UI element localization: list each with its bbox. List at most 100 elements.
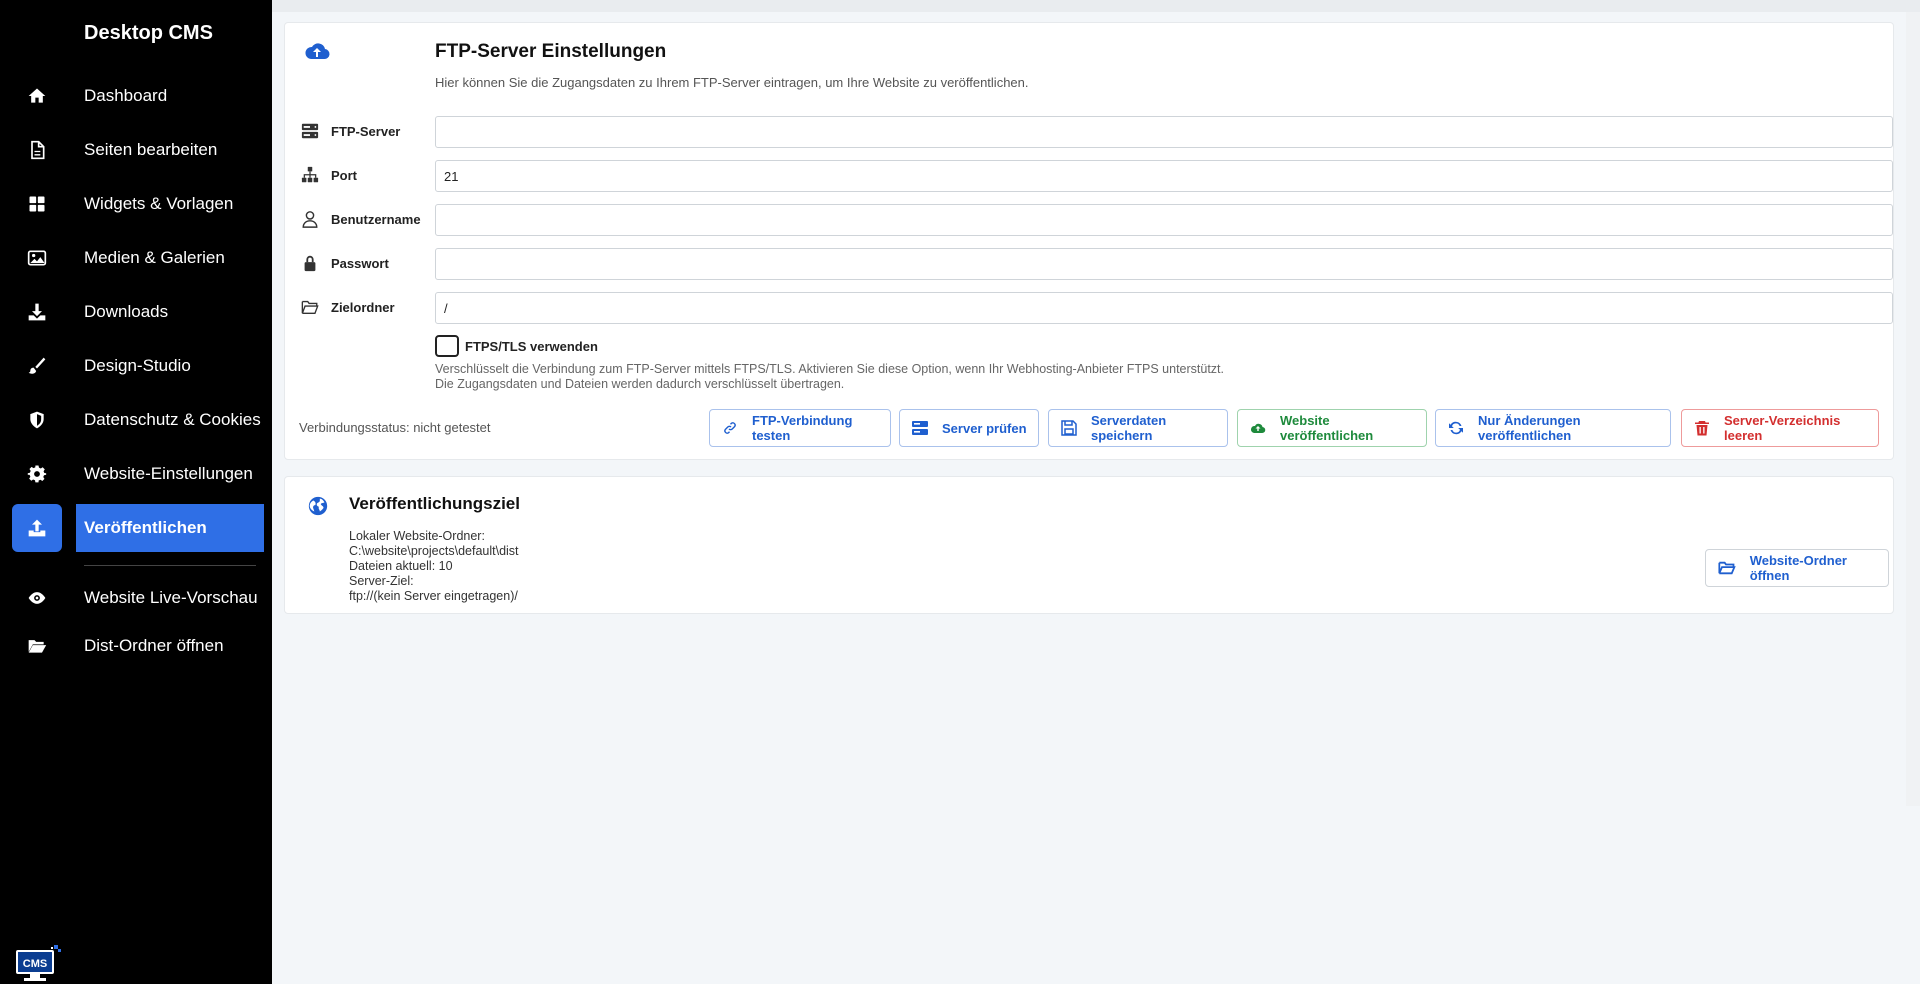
image-icon — [24, 245, 50, 271]
globe-icon — [307, 495, 329, 522]
folder-open-icon — [24, 633, 50, 659]
sidebar-item-datenschutz[interactable]: Datenschutz & Cookies — [0, 396, 272, 444]
test-connection-label: FTP-Verbindung testen — [752, 413, 853, 443]
check-server-label: Server prüfen — [942, 420, 1027, 436]
server-icon — [301, 122, 321, 142]
main-content: FTP-Server Einstellungen Hier können Sie… — [272, 0, 1920, 984]
ftp-server-label: FTP-Server — [331, 124, 401, 139]
sidebar-item-label: Seiten bearbeiten — [84, 140, 218, 159]
save-server-button[interactable]: Serverdaten speichern — [1048, 409, 1228, 447]
ftp-settings-card: FTP-Server Einstellungen Hier können Sie… — [284, 22, 1894, 460]
local-folder-path: C:\website\projects\default\dist — [349, 544, 519, 558]
sidebar-item-einstellungen[interactable]: Website-Einstellungen — [0, 450, 272, 498]
scroll-area-strip — [1906, 12, 1920, 806]
sidebar-item-seiten[interactable]: Seiten bearbeiten — [0, 126, 272, 174]
eye-icon — [24, 585, 50, 611]
trash-icon — [1695, 421, 1709, 436]
user-icon — [301, 210, 321, 230]
sidebar-item-label: Veröffentlichen — [84, 518, 207, 537]
cms-logo: CMS — [14, 944, 62, 984]
password-input[interactable] — [435, 248, 1893, 280]
sidebar-item-label: Dist-Ordner öffnen — [84, 636, 224, 655]
sidebar-item-label: Design-Studio — [84, 356, 191, 375]
field-passwort: Passwort — [285, 248, 1895, 280]
field-zielordner: Zielordner — [285, 292, 1895, 324]
grid-icon — [24, 191, 50, 217]
publish-changes-label: Nur Änderungen veröffentlichen — [1478, 413, 1581, 443]
local-folder-label: Lokaler Website-Ordner: — [349, 529, 485, 543]
sync-icon — [1449, 421, 1463, 435]
ftps-tls-help-line: Verschlüsselt die Verbindung zum FTP-Ser… — [435, 362, 1225, 376]
download-icon — [24, 299, 50, 325]
cloud-upload-icon — [303, 37, 331, 70]
server-target-label: Server-Ziel: — [349, 574, 414, 588]
brush-icon — [24, 353, 50, 379]
open-website-folder-button[interactable]: Website-Ordner öffnen — [1705, 549, 1889, 587]
page-title: FTP-Server Einstellungen — [435, 41, 667, 62]
floppy-disk-icon — [1061, 420, 1077, 436]
sidebar-item-downloads[interactable]: Downloads — [0, 288, 272, 336]
target-folder-label: Zielordner — [331, 300, 395, 315]
top-strip — [272, 0, 1920, 12]
port-label: Port — [331, 168, 357, 183]
publish-website-label: Website veröffentlichen — [1280, 413, 1374, 443]
sitemap-icon — [301, 166, 321, 186]
folder-open-icon — [1718, 561, 1736, 575]
sidebar: Desktop CMS Dashboard Seiten bearbeiten … — [0, 0, 272, 984]
gear-icon — [24, 461, 50, 487]
open-website-folder-label: Website-Ordner öffnen — [1749, 553, 1847, 583]
upload-icon — [24, 515, 50, 541]
sidebar-item-design[interactable]: Design-Studio — [0, 342, 272, 390]
page-subtitle: Hier können Sie die Zugangsdaten zu Ihre… — [435, 75, 1029, 90]
sidebar-item-label: Dashboard — [84, 86, 168, 105]
files-count: Dateien aktuell: 10 — [349, 559, 453, 573]
username-label: Benutzername — [331, 212, 421, 227]
ftps-tls-label: FTPS/TLS verwenden — [465, 339, 598, 354]
check-server-button[interactable]: Server prüfen — [899, 409, 1039, 447]
test-connection-button[interactable]: FTP-Verbindung testen — [709, 409, 891, 447]
sidebar-item-label: Datenschutz & Cookies — [84, 410, 261, 429]
ftp-server-input[interactable] — [435, 116, 1893, 148]
app-brand: Desktop CMS — [84, 22, 213, 44]
ftps-tls-help-line: Die Zugangsdaten und Dateien werden dadu… — [435, 377, 845, 391]
sidebar-item-dashboard[interactable]: Dashboard — [0, 72, 272, 120]
port-input[interactable] — [435, 160, 1893, 192]
sidebar-item-live-vorschau[interactable]: Website Live-Vorschau — [0, 574, 272, 622]
sidebar-item-veroeffentlichen[interactable]: Veröffentlichen — [0, 504, 272, 552]
server-target-path: ftp://(kein Server eingetragen)/ — [349, 589, 518, 603]
field-benutzername: Benutzername — [285, 204, 1895, 236]
publish-target-card: Veröffentlichungsziel Lokaler Website-Or… — [284, 476, 1894, 614]
shield-icon — [24, 407, 50, 433]
password-label: Passwort — [331, 256, 389, 271]
sidebar-divider — [84, 565, 256, 566]
link-icon — [724, 422, 736, 434]
save-server-label: Serverdaten speichern — [1091, 413, 1167, 443]
sidebar-item-dist-ordner[interactable]: Dist-Ordner öffnen — [0, 622, 272, 670]
cloud-upload-icon — [1250, 423, 1266, 434]
publish-website-button[interactable]: Website veröffentlichen — [1237, 409, 1427, 447]
sidebar-item-medien[interactable]: Medien & Galerien — [0, 234, 272, 282]
file-icon — [24, 137, 50, 163]
target-folder-input[interactable] — [435, 292, 1893, 324]
sidebar-item-label: Medien & Galerien — [84, 248, 225, 267]
publish-changes-button[interactable]: Nur Änderungen veröffentlichen — [1435, 409, 1671, 447]
field-ftp-server: FTP-Server — [285, 116, 1895, 148]
home-icon — [24, 83, 50, 109]
ftps-tls-help: Verschlüsselt die Verbindung zum FTP-Ser… — [435, 362, 1435, 392]
target-title: Veröffentlichungsziel — [349, 494, 520, 513]
sidebar-item-label: Website-Einstellungen — [84, 464, 253, 483]
ftps-tls-checkbox[interactable] — [435, 335, 459, 357]
field-port: Port — [285, 160, 1895, 192]
svg-text:CMS: CMS — [23, 958, 47, 970]
server-icon — [912, 421, 928, 435]
clear-server-directory-button[interactable]: Server-Verzeichnis leeren — [1681, 409, 1879, 447]
sidebar-item-label: Website Live-Vorschau — [84, 588, 258, 607]
lock-icon — [301, 254, 321, 274]
connection-status: Verbindungsstatus: nicht getestet — [299, 420, 491, 435]
folder-icon — [301, 298, 321, 318]
username-input[interactable] — [435, 204, 1893, 236]
sidebar-item-widgets[interactable]: Widgets & Vorlagen — [0, 180, 272, 228]
sidebar-item-label: Downloads — [84, 302, 169, 321]
sidebar-item-label: Widgets & Vorlagen — [84, 194, 234, 213]
clear-server-directory-label: Server-Verzeichnis leeren — [1724, 413, 1841, 443]
